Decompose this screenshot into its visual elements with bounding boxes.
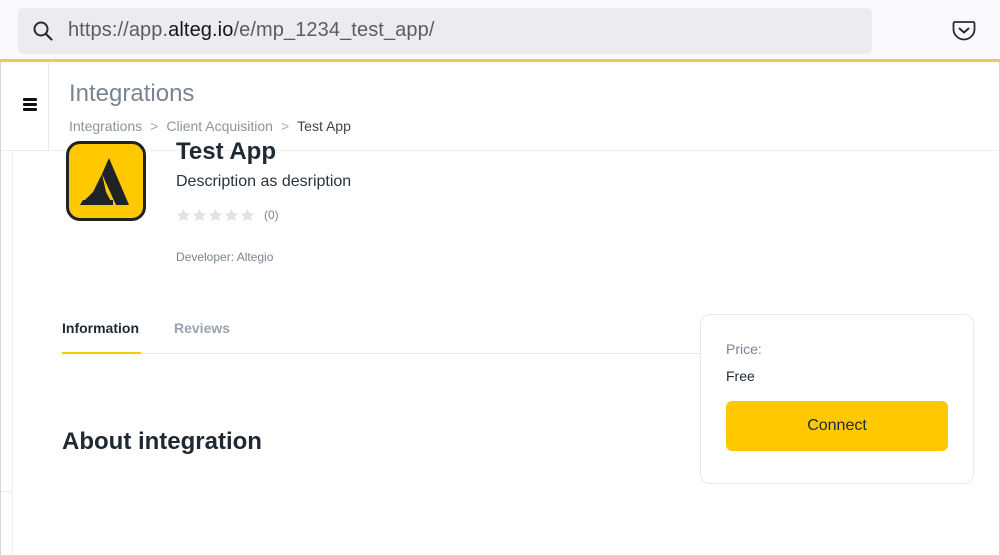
url-text: https://app.alteg.io/e/mp_1234_test_app/ [68,19,435,42]
rating-count: (0) [264,208,279,222]
section-title: About integration [62,428,262,455]
tab-reviews[interactable]: Reviews [174,320,230,354]
price-label: Price: [726,341,762,357]
url-domain: alteg.io [168,19,234,41]
breadcrumb-item-integrations[interactable]: Integrations [69,118,142,134]
price-card: Price: Free Connect [700,314,974,484]
altegio-logo-icon [80,158,129,205]
breadcrumb-item-current: Test App [297,118,351,134]
rating: (0) [176,206,279,224]
left-gutter [1,151,13,556]
star-icon [240,208,255,221]
app-description: Description as desription [176,173,352,190]
star-icon [224,208,239,221]
tab-information[interactable]: Information [62,320,141,354]
star-icon [176,208,191,221]
app-name: Test App [176,138,276,165]
address-bar[interactable]: https://app.alteg.io/e/mp_1234_test_app/ [18,8,872,54]
pocket-icon[interactable] [952,20,976,42]
developer-label: Developer: Altegio [176,250,274,264]
hamburger-menu-icon[interactable] [23,98,39,112]
breadcrumb-item-client-acquisition[interactable]: Client Acquisition [166,118,273,134]
url-path: /e/mp_1234_test_app/ [233,19,435,41]
breadcrumb-separator: > [150,118,159,134]
star-icon [208,208,223,221]
search-icon [33,21,53,41]
price-value: Free [726,368,755,384]
breadcrumb-separator: > [280,118,290,134]
app-logo [66,141,146,221]
connect-button[interactable]: Connect [726,401,948,451]
star-icon [192,208,207,221]
divider [1,491,13,492]
url-prefix: https://app. [68,19,169,41]
tab-bar: Information Reviews [62,310,702,354]
menu-column [1,62,49,151]
page-title: Integrations [69,80,195,107]
breadcrumb: Integrations > Client Acquisition > Test App [69,118,351,134]
browser-toolbar: https://app.alteg.io/e/mp_1234_test_app/ [0,0,1000,62]
